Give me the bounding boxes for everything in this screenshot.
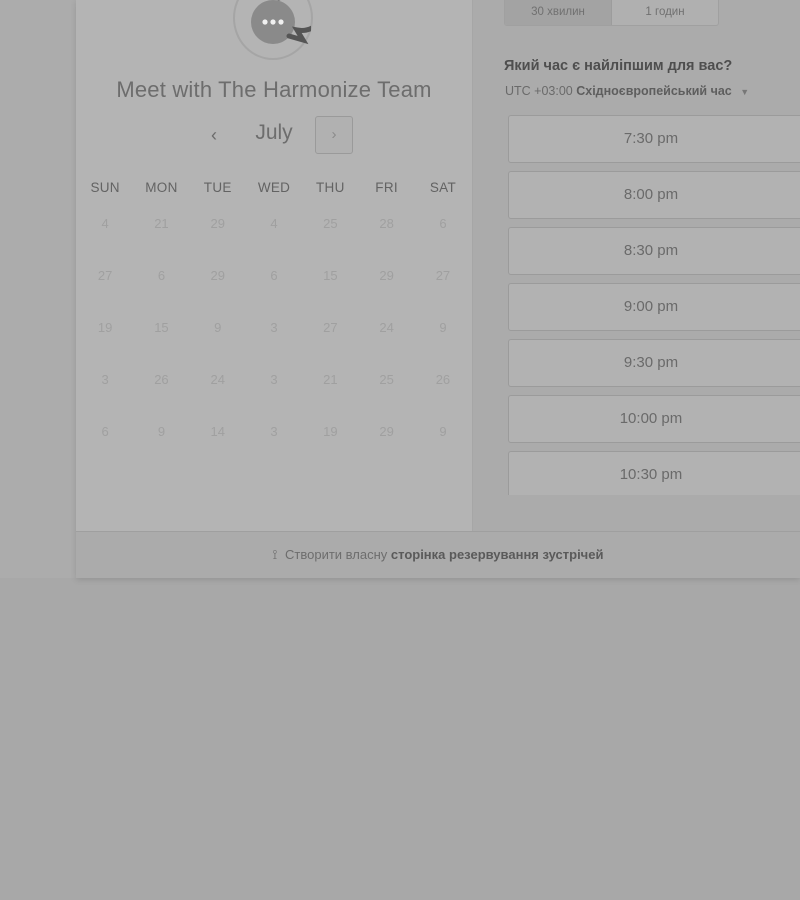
- calendar-day: 25: [379, 372, 394, 387]
- timezone-dropdown[interactable]: UTC +03:00 Східноєвропейський час ▼: [505, 84, 749, 98]
- caret-down-icon: ▼: [740, 87, 750, 97]
- calendar-day: 29: [210, 268, 225, 283]
- timezone-offset: UTC +03:00: [505, 84, 573, 98]
- calendar-day: 19: [97, 320, 113, 335]
- calendar-day: 15: [323, 268, 338, 283]
- calendar-day: 27: [97, 268, 113, 283]
- calendar-day: 21: [154, 216, 169, 231]
- calendar-day: 6: [101, 424, 109, 439]
- calendar-day: 24: [379, 320, 394, 335]
- calendar-day: 9: [214, 320, 222, 335]
- calendar-day: 6: [439, 216, 447, 231]
- calendar-day: 3: [101, 372, 109, 387]
- hubspot-sprocket-icon: ⟟: [272, 547, 278, 562]
- weekday-label: SUN: [90, 180, 120, 195]
- calendar-day: 29: [210, 216, 225, 231]
- calendar-days: 4 21 29 4 25 28 6 27 6 29 6 15 29 27 19 …: [77, 215, 471, 475]
- calendar-day: 14: [210, 424, 225, 439]
- duration-tab-1hour[interactable]: 1 годин: [612, 0, 718, 25]
- month-navigation: ‹ July ›: [76, 116, 472, 154]
- calendar-day: 9: [439, 424, 447, 439]
- calendar-day: 3: [270, 424, 278, 439]
- calendar-day: 28: [379, 216, 394, 231]
- weekday-label: MON: [145, 180, 178, 195]
- calendar-day: 29: [379, 268, 394, 283]
- calendar-day: 19: [323, 424, 338, 439]
- duration-selector: 30 хвилин 1 годин: [504, 0, 719, 26]
- calendar-day: 27: [435, 268, 451, 283]
- weekday-label: FRI: [375, 180, 398, 195]
- duration-tab-30min[interactable]: 30 хвилин: [505, 0, 612, 25]
- prev-month-button[interactable]: ‹: [204, 122, 224, 148]
- weekday-label: THU: [316, 180, 345, 195]
- time-slot-button[interactable]: 7:30 pm: [508, 115, 800, 163]
- month-label: July: [255, 121, 293, 144]
- team-avatar: [233, 0, 313, 60]
- footer: ⟟ Створити власну сторінка резервування …: [76, 531, 800, 579]
- booking-page: Meet with The Harmonize Team ‹ July › SU…: [0, 0, 800, 900]
- time-slot-button[interactable]: 10:00 pm: [508, 395, 800, 443]
- weekday-label: SAT: [429, 180, 456, 195]
- page-title: Meet with The Harmonize Team: [116, 77, 432, 102]
- calendar-day: 21: [323, 372, 338, 387]
- next-month-button[interactable]: ›: [315, 116, 353, 154]
- weekday-label: WED: [257, 180, 291, 195]
- timezone-name: Східноєвропейський час: [576, 84, 732, 98]
- calendar-day: 6: [157, 268, 166, 283]
- calendar-day: 3: [270, 372, 278, 387]
- calendar-day: 4: [270, 216, 278, 231]
- time-question: Який час є найліпшим для вас?: [504, 58, 733, 74]
- time-slot-button[interactable]: 10:30 pm: [508, 451, 800, 495]
- time-slot-button[interactable]: 8:00 pm: [508, 171, 800, 219]
- calendar-day: 26: [154, 372, 169, 387]
- time-slot-button[interactable]: 8:30 pm: [508, 227, 800, 275]
- create-booking-page-link[interactable]: сторінка резервування зустрічей: [391, 547, 604, 562]
- calendar-day: 25: [323, 216, 338, 231]
- calendar-day: 9: [157, 424, 166, 439]
- calendar-day: 9: [439, 320, 447, 335]
- calendar-day: 6: [270, 268, 278, 283]
- calendar-day: 4: [101, 216, 109, 231]
- calendar-day: 15: [154, 320, 169, 335]
- chat-bubble-icon: [251, 0, 311, 45]
- weekday-header: SUN MON TUE WED THU FRI SAT: [77, 180, 471, 195]
- calendar-day: 3: [270, 320, 278, 335]
- calendar-day: 29: [379, 424, 394, 439]
- calendar-day: 24: [210, 372, 225, 387]
- footer-prefix: Створити власну: [285, 547, 388, 562]
- time-slot-list[interactable]: 7:30 pm 8:00 pm 8:30 pm 9:00 pm 9:30 pm …: [508, 115, 800, 495]
- time-slot-button[interactable]: 9:30 pm: [508, 339, 800, 387]
- calendar-day: 26: [435, 372, 451, 387]
- time-slot-button[interactable]: 9:00 pm: [508, 283, 800, 331]
- weekday-label: TUE: [203, 180, 232, 195]
- calendar-day: 27: [323, 320, 338, 335]
